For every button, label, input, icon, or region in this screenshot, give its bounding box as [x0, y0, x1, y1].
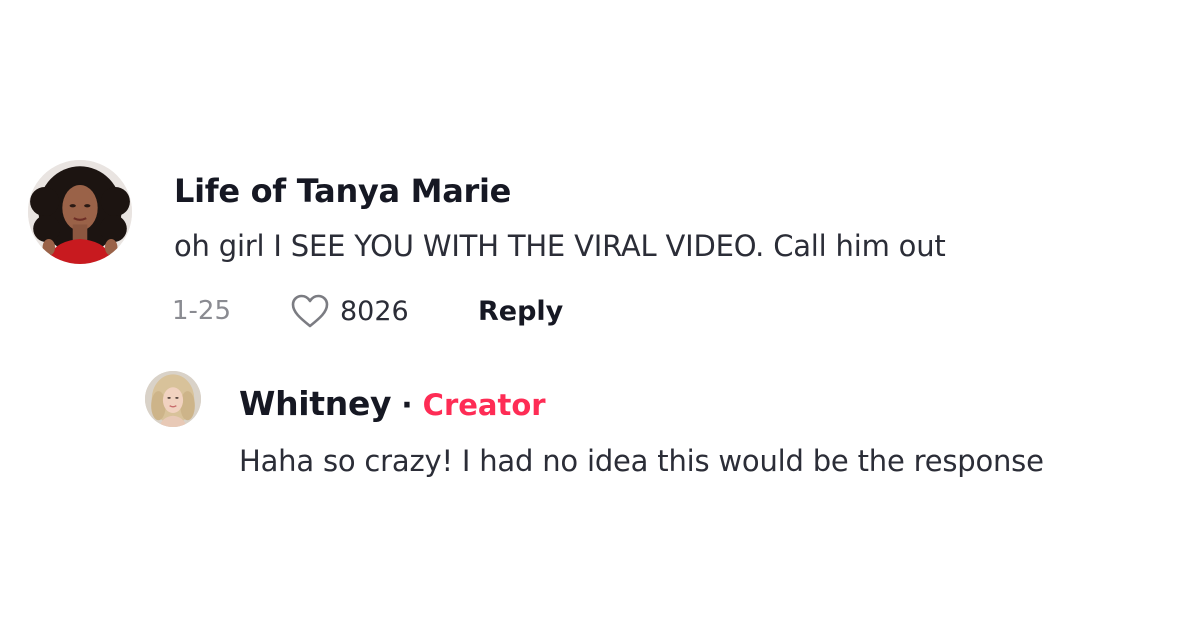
reply-header: Whitney · Creator [239, 383, 546, 425]
reply-author-name[interactable]: Whitney [239, 383, 392, 425]
creator-badge: Creator [422, 388, 546, 422]
reply-author-avatar[interactable] [145, 371, 201, 427]
heart-outline-icon[interactable] [290, 293, 330, 329]
comment-meta-row: 1-25 8026 Reply [172, 289, 563, 333]
separator-dot: · [401, 388, 413, 423]
comment-author-avatar[interactable] [28, 160, 132, 264]
avatar-photo-icon [28, 160, 132, 264]
comment-thread: Life of Tanya Marie oh girl I SEE YOU WI… [0, 0, 1200, 630]
comment-author-name[interactable]: Life of Tanya Marie [174, 171, 511, 211]
comment-date: 1-25 [172, 296, 232, 326]
reply-text: Haha so crazy! I had no idea this would … [239, 444, 1044, 478]
like-count: 8026 [340, 295, 409, 327]
avatar-photo-icon [145, 371, 201, 427]
comment-text: oh girl I SEE YOU WITH THE VIRAL VIDEO. … [174, 229, 946, 263]
reply-button[interactable]: Reply [478, 296, 563, 327]
like-button[interactable]: 8026 [290, 293, 478, 329]
